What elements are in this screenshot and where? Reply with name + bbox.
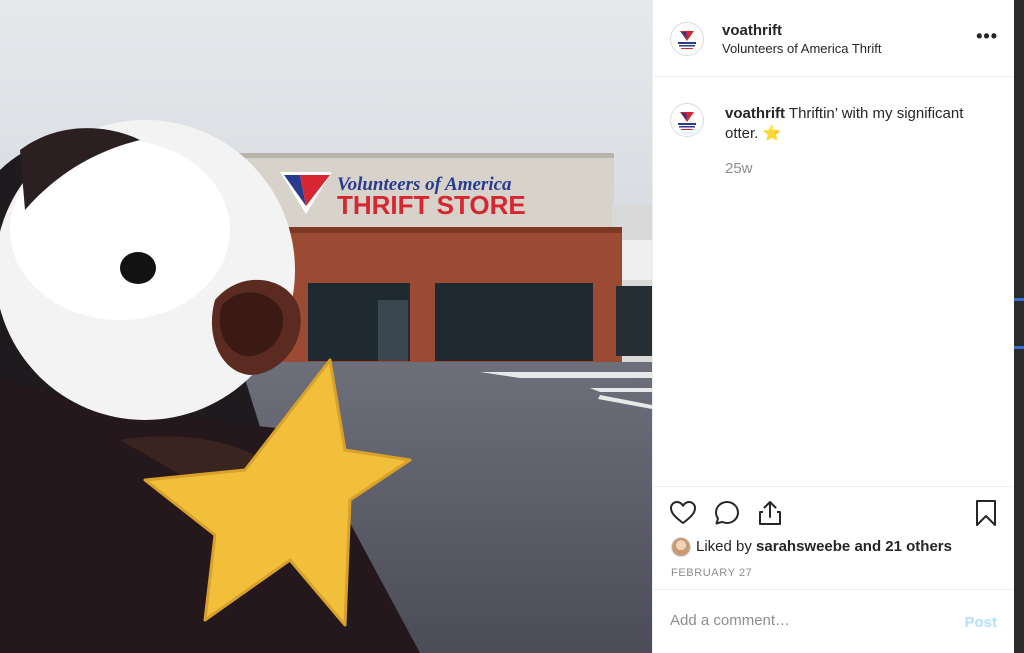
post-age[interactable]: 25w: [725, 160, 753, 177]
star-emoji: ⭐: [762, 125, 782, 142]
bookmark-icon[interactable]: [972, 499, 1000, 527]
otter-photo-image: Volunteers of America THRIFT STORE: [0, 0, 652, 653]
more-horizontal-icon[interactable]: •••: [976, 26, 998, 47]
post-header: voathrift Volunteers of America Thrift •…: [653, 0, 1014, 77]
likes-summary[interactable]: Liked by sarahsweebe and 21 others: [696, 538, 952, 555]
heart-icon[interactable]: [669, 499, 697, 527]
account-avatar[interactable]: [670, 22, 704, 56]
caption-username[interactable]: voathrift: [725, 105, 785, 122]
voa-logo-icon: [678, 112, 696, 130]
liker-username[interactable]: sarahsweebe: [756, 538, 850, 555]
header-location[interactable]: Volunteers of America Thrift: [722, 41, 881, 56]
window-edge: [1014, 0, 1024, 653]
post-caption: voathrift Thriftin’ with my significant …: [725, 104, 995, 144]
post-actions: Liked by sarahsweebe and 21 others FEBRU…: [653, 486, 1014, 589]
edge-marker: [1014, 298, 1024, 301]
liker-avatar[interactable]: [671, 537, 691, 557]
post-sidebar: voathrift Volunteers of America Thrift •…: [652, 0, 1014, 653]
caption-avatar[interactable]: [670, 103, 704, 137]
likes-prefix: Liked by: [696, 538, 757, 555]
comment-input[interactable]: [670, 612, 940, 629]
store-sign-line2: THRIFT STORE: [337, 190, 526, 220]
comment-icon[interactable]: [713, 499, 741, 527]
comment-section: Post: [653, 589, 1014, 653]
header-username[interactable]: voathrift: [722, 22, 782, 39]
likes-others[interactable]: and 21 others: [850, 538, 952, 555]
share-icon[interactable]: [756, 499, 784, 527]
post-comment-button[interactable]: Post: [964, 614, 997, 631]
post-photo[interactable]: Volunteers of America THRIFT STORE: [0, 0, 652, 653]
voa-logo-icon: [678, 31, 696, 49]
post-date[interactable]: FEBRUARY 27: [671, 567, 752, 579]
edge-marker: [1014, 346, 1024, 349]
